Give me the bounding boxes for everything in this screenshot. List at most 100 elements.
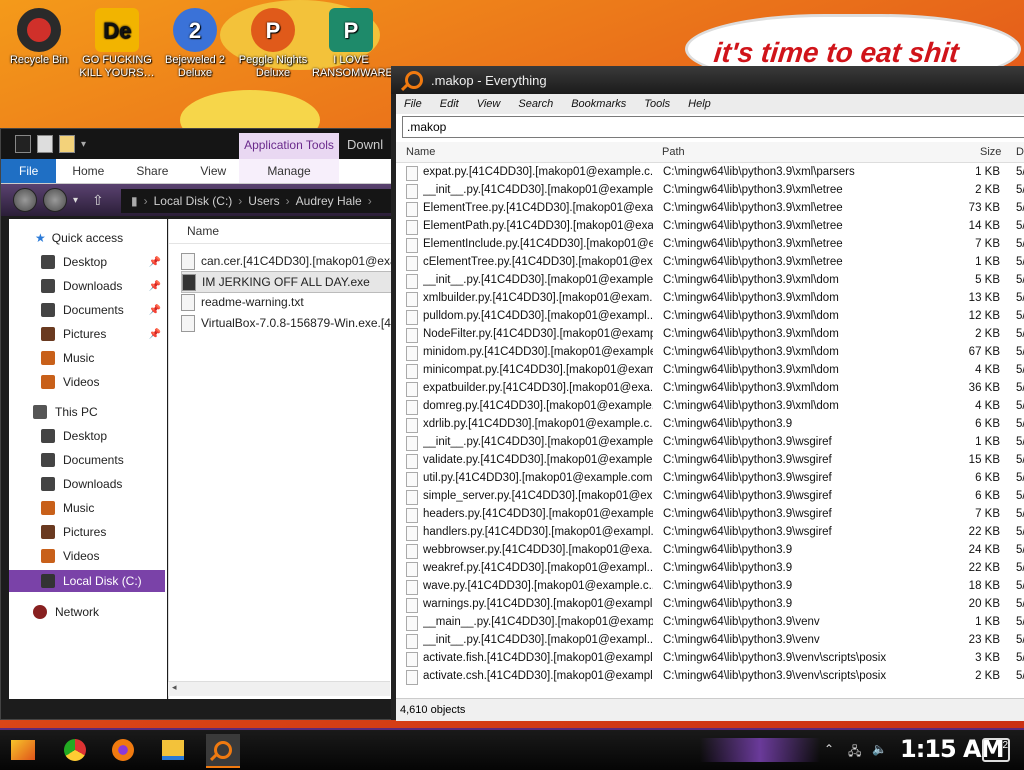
menu-help[interactable]: Help xyxy=(688,98,711,110)
tab-home[interactable]: Home xyxy=(56,159,120,183)
nav-quick-desktop[interactable]: Desktop 📌 xyxy=(41,251,167,273)
tab-manage[interactable]: Manage xyxy=(239,159,339,183)
result-row[interactable]: pulldom.py.[41C4DD30].[makop01@exampl...… xyxy=(396,308,1024,326)
recent-locations-icon[interactable]: ▾ xyxy=(73,195,78,206)
column-header-size[interactable]: Size xyxy=(980,146,1001,158)
desktop-icon-kill-yours[interactable]: De GO FUCKING KILL YOURS… xyxy=(78,8,156,80)
tab-file[interactable]: File xyxy=(1,159,57,183)
file-row[interactable]: IM JERKING OFF ALL DAY.exe xyxy=(181,271,393,293)
desktop-icon-bejeweled[interactable]: 2 Bejeweled 2 Deluxe xyxy=(156,8,234,80)
menu-search[interactable]: Search xyxy=(518,98,553,110)
forward-button[interactable] xyxy=(43,188,67,212)
horizontal-scrollbar[interactable]: ◂ xyxy=(168,681,390,696)
result-row[interactable]: simple_server.py.[41C4DD30].[makop01@ex.… xyxy=(396,488,1024,506)
volume-icon[interactable]: 🔈 xyxy=(872,742,887,756)
result-row[interactable]: minidom.py.[41C4DD30].[makop01@example..… xyxy=(396,344,1024,362)
file-row[interactable]: readme-warning.txt xyxy=(181,292,391,312)
file-row[interactable]: can.cer.[41C4DD30].[makop01@exam xyxy=(181,251,391,271)
result-row[interactable]: ElementTree.py.[41C4DD30].[makop01@exa..… xyxy=(396,200,1024,218)
result-row[interactable]: __main__.py.[41C4DD30].[makop01@exampl..… xyxy=(396,614,1024,632)
breadcrumb-users[interactable]: Users xyxy=(248,194,279,208)
result-row[interactable]: ElementInclude.py.[41C4DD30].[makop01@e.… xyxy=(396,236,1024,254)
result-row[interactable]: NodeFilter.py.[41C4DD30].[makop01@examp.… xyxy=(396,326,1024,344)
pin-icon[interactable]: 📌 xyxy=(149,305,161,316)
address-breadcrumb[interactable]: ▮ › Local Disk (C:) › Users › Audrey Hal… xyxy=(121,189,399,213)
nav-pc-documents[interactable]: Documents xyxy=(41,449,167,471)
taskbar-chrome[interactable] xyxy=(58,734,92,766)
result-row[interactable]: expatbuilder.py.[41C4DD30].[makop01@exa.… xyxy=(396,380,1024,398)
result-row[interactable]: activate.fish.[41C4DD30].[makop01@exampl… xyxy=(396,650,1024,668)
column-header-name[interactable]: Name xyxy=(406,146,435,158)
file-row[interactable]: VirtualBox-7.0.8-156879-Win.exe.[41C xyxy=(181,313,391,333)
desktop-icon-ransomware[interactable]: P I LOVE RANSOMWARE xyxy=(312,8,393,80)
nav-pc-videos[interactable]: Videos xyxy=(41,545,167,567)
menu-edit[interactable]: Edit xyxy=(440,98,459,110)
result-row[interactable]: __init__.py.[41C4DD30].[makop01@example.… xyxy=(396,272,1024,290)
column-header-name[interactable]: Name xyxy=(169,219,391,244)
breadcrumb-user-folder[interactable]: Audrey Hale xyxy=(296,194,362,208)
menu-tools[interactable]: Tools xyxy=(644,98,670,110)
nav-pc-downloads[interactable]: Downloads xyxy=(41,473,167,495)
breadcrumb-local-disk[interactable]: Local Disk (C:) xyxy=(154,194,233,208)
result-row[interactable]: xmlbuilder.py.[41C4DD30].[makop01@exam..… xyxy=(396,290,1024,308)
column-header-date[interactable]: Da xyxy=(1016,146,1024,158)
search-input[interactable]: .makop xyxy=(402,116,1024,138)
taskbar-file-explorer[interactable] xyxy=(156,734,190,766)
nav-this-pc[interactable]: This PC xyxy=(33,401,167,423)
result-row[interactable]: domreg.py.[41C4DD30].[makop01@example...… xyxy=(396,398,1024,416)
start-button[interactable] xyxy=(6,734,40,766)
chevron-down-icon[interactable]: ▾ xyxy=(81,139,86,150)
result-name: NodeFilter.py.[41C4DD30].[makop01@examp.… xyxy=(423,328,653,340)
nav-quick-documents[interactable]: Documents 📌 xyxy=(41,299,167,321)
result-row[interactable]: __init__.py.[41C4DD30].[makop01@example.… xyxy=(396,434,1024,452)
nav-quick-videos[interactable]: Videos xyxy=(41,371,167,393)
result-row[interactable]: ElementPath.py.[41C4DD30].[makop01@exa..… xyxy=(396,218,1024,236)
result-row[interactable]: minicompat.py.[41C4DD30].[makop01@exam..… xyxy=(396,362,1024,380)
result-row[interactable]: warnings.py.[41C4DD30].[makop01@exampl..… xyxy=(396,596,1024,614)
tab-share[interactable]: Share xyxy=(120,159,184,183)
up-arrow-icon[interactable]: ⇧ xyxy=(92,192,104,209)
nav-quick-access[interactable]: ★ Quick access xyxy=(35,227,167,249)
nav-pc-music[interactable]: Music xyxy=(41,497,167,519)
result-row[interactable]: xdrlib.py.[41C4DD30].[makop01@example.c.… xyxy=(396,416,1024,434)
pin-icon[interactable]: 📌 xyxy=(149,257,161,268)
properties-icon[interactable] xyxy=(37,135,53,153)
nav-quick-music[interactable]: Music xyxy=(41,347,167,369)
back-button[interactable] xyxy=(13,188,37,212)
result-row[interactable]: wave.py.[41C4DD30].[makop01@example.c...… xyxy=(396,578,1024,596)
window-menu-icon[interactable] xyxy=(15,135,31,153)
result-row[interactable]: validate.py.[41C4DD30].[makop01@example.… xyxy=(396,452,1024,470)
nav-quick-downloads[interactable]: Downloads 📌 xyxy=(41,275,167,297)
menu-bookmarks[interactable]: Bookmarks xyxy=(571,98,626,110)
result-row[interactable]: cElementTree.py.[41C4DD30].[makop01@ex..… xyxy=(396,254,1024,272)
nav-local-disk[interactable]: Local Disk (C:) xyxy=(9,570,165,592)
desktop-icon-peggle[interactable]: P Peggle Nights Deluxe xyxy=(234,8,312,80)
result-row[interactable]: activate.csh.[41C4DD30].[makop01@exampl.… xyxy=(396,668,1024,686)
new-folder-icon[interactable] xyxy=(59,135,75,153)
desktop-icon-recycle-bin[interactable]: Recycle Bin xyxy=(0,8,78,67)
taskbar-everything[interactable] xyxy=(206,734,240,768)
pin-icon[interactable]: 📌 xyxy=(149,281,161,292)
result-row[interactable]: handlers.py.[41C4DD30].[makop01@exampl..… xyxy=(396,524,1024,542)
nav-quick-pictures[interactable]: Pictures 📌 xyxy=(41,323,167,345)
notification-center-button[interactable]: 2 xyxy=(982,738,1010,762)
column-header-path[interactable]: Path xyxy=(662,146,685,158)
result-row[interactable]: headers.py.[41C4DD30].[makop01@example..… xyxy=(396,506,1024,524)
result-row[interactable]: __init__.py.[41C4DD30].[makop01@exampl..… xyxy=(396,632,1024,650)
tab-view[interactable]: View xyxy=(184,159,242,183)
nav-network[interactable]: Network xyxy=(33,601,167,623)
nav-pc-desktop[interactable]: Desktop xyxy=(41,425,167,447)
pin-icon[interactable]: 📌 xyxy=(149,329,161,340)
result-row[interactable]: webbrowser.py.[41C4DD30].[makop01@exa...… xyxy=(396,542,1024,560)
result-row[interactable]: expat.py.[41C4DD30].[makop01@example.c..… xyxy=(396,164,1024,182)
taskbar-firefox[interactable] xyxy=(106,734,140,766)
scroll-left-icon[interactable]: ◂ xyxy=(172,682,177,693)
nav-pc-pictures[interactable]: Pictures xyxy=(41,521,167,543)
show-hidden-icons[interactable]: ⌃ xyxy=(824,742,834,756)
result-row[interactable]: __init__.py.[41C4DD30].[makop01@example.… xyxy=(396,182,1024,200)
result-row[interactable]: weakref.py.[41C4DD30].[makop01@exampl...… xyxy=(396,560,1024,578)
result-row[interactable]: util.py.[41C4DD30].[makop01@example.com.… xyxy=(396,470,1024,488)
menu-view[interactable]: View xyxy=(477,98,501,110)
menu-file[interactable]: File xyxy=(404,98,422,110)
network-tray-icon[interactable]: 🖧 xyxy=(848,742,861,763)
